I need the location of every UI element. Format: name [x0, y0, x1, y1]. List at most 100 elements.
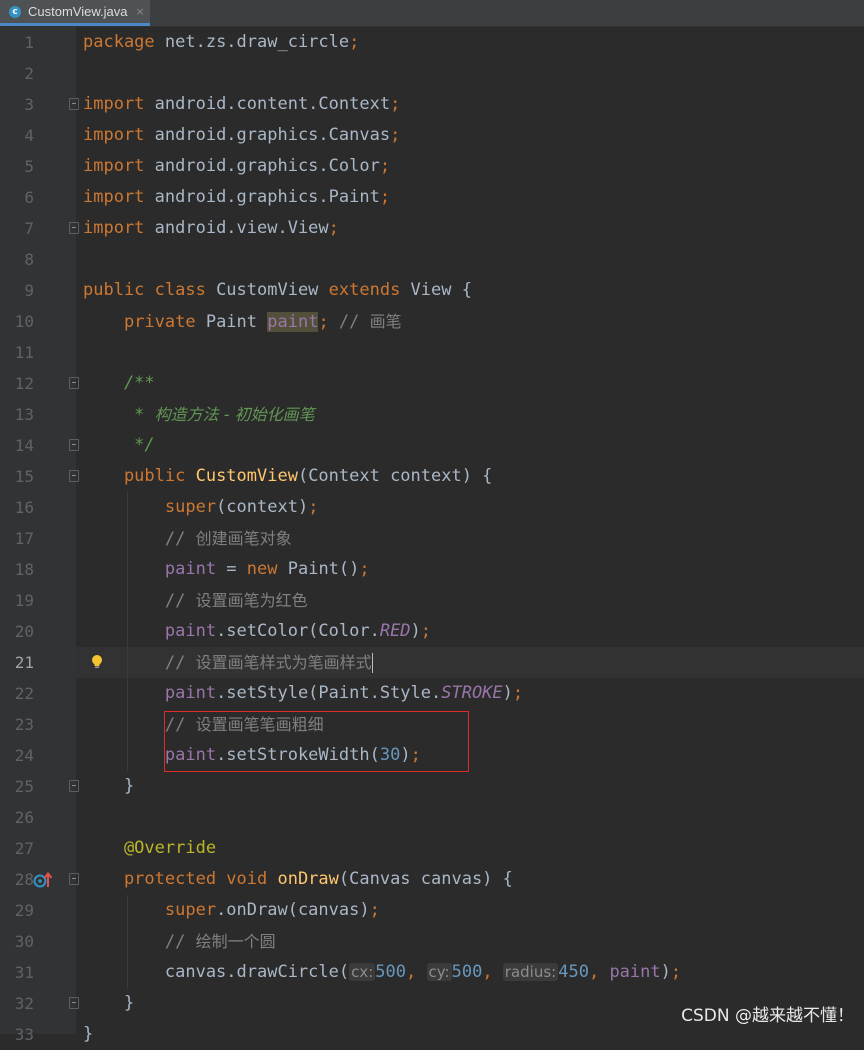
code-token: ;: [390, 94, 401, 114]
code-line[interactable]: 3 import android.content.Context;: [0, 89, 864, 120]
code-token: ): [660, 962, 671, 982]
editor-tab-bar: c CustomView.java ×: [0, 0, 864, 27]
line-number: 19: [14, 591, 34, 610]
code-token: ): [502, 683, 513, 703]
line-number: 7: [24, 219, 34, 238]
code-token: RED: [379, 621, 411, 641]
fold-toggle-icon[interactable]: [69, 439, 79, 451]
code-line[interactable]: 2: [0, 58, 864, 89]
lightbulb-icon[interactable]: [90, 654, 104, 670]
code-token: paint: [83, 621, 217, 641]
code-line[interactable]: 10 private Paint paint; // 画笔: [0, 306, 864, 337]
code-text: public CustomView(Context context) {: [83, 461, 492, 492]
code-line[interactable]: 28 protected void onDraw(Canvas canvas) …: [0, 864, 864, 895]
code-line[interactable]: 13 * 构造方法 - 初始化画笔: [0, 399, 864, 430]
code-line[interactable]: 4 import android.graphics.Canvas;: [0, 120, 864, 151]
code-token: onDraw: [277, 869, 339, 889]
code-token: View {: [410, 280, 472, 300]
fold-toggle-icon[interactable]: [69, 997, 79, 1009]
code-line[interactable]: 14 */: [0, 430, 864, 461]
code-line[interactable]: 21 // 设置画笔样式为笔画样式: [0, 647, 864, 678]
code-line[interactable]: 20 paint.setColor(Color.RED);: [0, 616, 864, 647]
fold-toggle-icon[interactable]: [69, 873, 79, 885]
code-token: paint: [83, 559, 217, 579]
line-number: 25: [14, 777, 34, 796]
code-line[interactable]: 17 // 创建画笔对象: [0, 523, 864, 554]
code-line[interactable]: 7 import android.view.View;: [0, 213, 864, 244]
code-token: (Context context) {: [297, 466, 493, 486]
code-token: import: [83, 218, 155, 238]
code-line[interactable]: 12 /**: [0, 368, 864, 399]
code-token: 450: [558, 962, 589, 982]
code-line[interactable]: 11: [0, 337, 864, 368]
code-token: 创建画笔对象: [195, 529, 292, 548]
line-number: 8: [24, 250, 34, 269]
fold-toggle-icon[interactable]: [69, 780, 79, 792]
code-line[interactable]: 19 // 设置画笔为红色: [0, 585, 864, 616]
code-line[interactable]: 26: [0, 802, 864, 833]
code-token: }: [83, 1024, 94, 1044]
code-token: new: [246, 559, 288, 579]
code-token: ): [410, 621, 421, 641]
code-token: ;: [379, 187, 391, 207]
code-text: // 绘制一个圆: [83, 926, 276, 958]
code-token: =: [216, 559, 247, 579]
code-token: android.graphics.Color: [154, 156, 380, 176]
line-number: 23: [14, 715, 34, 734]
code-token: //: [83, 932, 196, 952]
code-token: 500: [451, 962, 483, 982]
code-line[interactable]: 29 super.onDraw(canvas);: [0, 895, 864, 926]
code-token: ;: [318, 312, 339, 332]
code-line[interactable]: 8: [0, 244, 864, 275]
code-line[interactable]: 1 package net.zs.draw_circle;: [0, 27, 864, 58]
code-line[interactable]: 25 }: [0, 771, 864, 802]
code-token: 绘制一个圆: [195, 932, 276, 951]
code-line[interactable]: 5 import android.graphics.Color;: [0, 151, 864, 182]
code-line[interactable]: 6 import android.graphics.Paint;: [0, 182, 864, 213]
code-token: 500: [375, 962, 407, 982]
line-number: 16: [14, 498, 34, 517]
code-text: /**: [83, 368, 155, 399]
code-line[interactable]: 9 public class CustomView extends View {: [0, 275, 864, 306]
code-line[interactable]: 22 paint.setStyle(Paint.Style.STROKE);: [0, 678, 864, 709]
code-line[interactable]: 27 @Override: [0, 833, 864, 864]
code-text: }: [83, 1019, 93, 1050]
override-method-icon[interactable]: [33, 871, 53, 889]
line-number: 27: [14, 839, 34, 858]
parameter-hint: cy:: [426, 963, 452, 981]
code-token: public: [83, 466, 196, 486]
code-text: package net.zs.draw_circle;: [83, 27, 359, 58]
line-number: 6: [24, 188, 34, 207]
fold-toggle-icon[interactable]: [69, 222, 79, 234]
java-class-icon: c: [9, 5, 21, 18]
fold-toggle-icon[interactable]: [69, 98, 79, 110]
fold-toggle-icon[interactable]: [69, 377, 79, 389]
code-token: }: [83, 993, 135, 1013]
code-line[interactable]: 16 super(context);: [0, 492, 864, 523]
line-number: 5: [24, 157, 34, 176]
code-line[interactable]: 15 public CustomView(Context context) {: [0, 461, 864, 492]
code-token: //: [338, 312, 370, 332]
indent-guide: [127, 492, 128, 771]
text-caret: [371, 653, 373, 673]
code-token: import: [83, 187, 155, 207]
code-token: ;: [670, 962, 682, 982]
fold-toggle-icon[interactable]: [69, 470, 79, 482]
code-line[interactable]: 30 // 绘制一个圆: [0, 926, 864, 957]
code-token: .onDraw(canvas): [216, 900, 370, 920]
code-token: super: [83, 900, 217, 920]
parameter-hint: radius:: [502, 963, 559, 981]
line-number: 14: [14, 436, 34, 455]
code-line[interactable]: 18 paint = new Paint();: [0, 554, 864, 585]
code-line[interactable]: 31 canvas.drawCircle(cx: 500, cy: 500, rad…: [0, 957, 864, 988]
tab-customview-java[interactable]: c CustomView.java ×: [0, 0, 150, 26]
code-token: private: [83, 312, 206, 332]
code-token: import: [83, 125, 155, 145]
code-token: CustomView: [195, 466, 298, 486]
code-token: paint: [267, 312, 319, 332]
line-number: 2: [24, 64, 34, 83]
code-text: * 构造方法 - 初始化画笔: [83, 399, 314, 431]
line-number: 26: [14, 808, 34, 827]
close-icon[interactable]: ×: [135, 5, 144, 18]
code-token: public class: [83, 280, 217, 300]
